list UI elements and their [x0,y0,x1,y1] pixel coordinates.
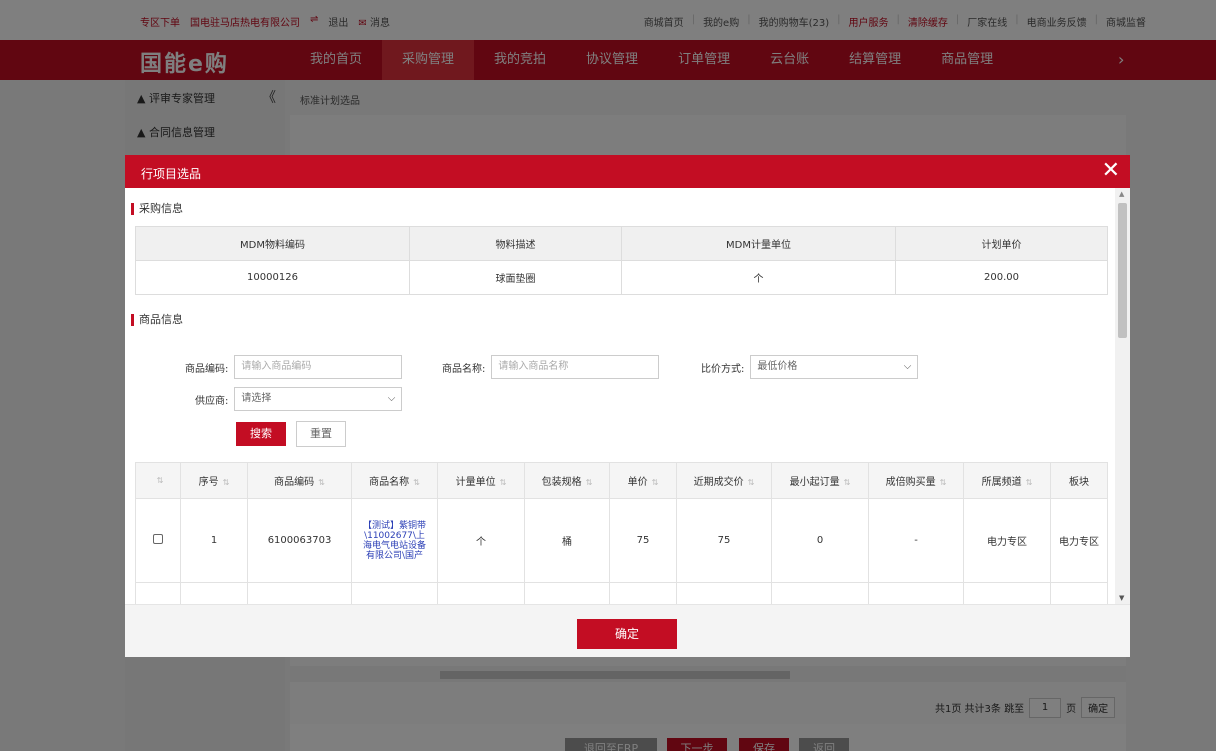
table-row: 10000126 球面垫圈 个 200.00 [135,260,1108,295]
scroll-thumb[interactable] [1118,203,1127,338]
modal-title: 行项目选品 [141,167,202,181]
chevron-down-icon: ⌵ [387,393,396,404]
column-header-min-order[interactable]: 最小起订量 ⇅ [771,462,869,499]
code-field-row: 商品编码: 请输入商品编码 [185,355,403,379]
purchase-info-table: MDM物料编码 物料描述 MDM计量单位 计划单价 10000126 球面垫圈 … [135,226,1108,295]
recent-price-cell: 75 [676,498,772,583]
mdm-code-cell: 10000126 [135,260,410,295]
column-header: 计划单价 [895,226,1108,261]
column-header-code[interactable]: 商品编码 ⇅ [247,462,352,499]
column-header: 物料描述 [409,226,622,261]
modal-header: 行项目选品 ✕ [125,155,1130,188]
select-all-header[interactable]: ⇅ [135,462,181,499]
row-checkbox[interactable] [153,534,163,544]
goods-table: ⇅ 序号 ⇅ 商品编码 ⇅ 商品名称 ⇅ 计量单位 ⇅ 包装规格 ⇅ 单价 ⇅ 近期成交价 ⇅… [135,462,1108,604]
table-row: 1 6100063703 【测试】紫铜带\11002677\上海电气电站设备有限… [135,498,1108,583]
column-header-name[interactable]: 商品名称 ⇅ [351,462,438,499]
modal-body: 采购信息 MDM物料编码 物料描述 MDM计量单位 计划单价 10000126 … [125,188,1115,604]
goods-code-input[interactable]: 请输入商品编码 [234,355,403,379]
modal-footer: 确定 [125,604,1130,657]
column-header: MDM物料编码 [135,226,410,261]
chevron-down-icon: ⌵ [903,361,912,372]
column-header-sector[interactable]: 板块 [1050,462,1108,499]
table-row [135,582,1108,604]
supplier-select[interactable]: 请选择 ⌵ [234,387,403,411]
column-header-pack[interactable]: 包装规格 ⇅ [524,462,610,499]
select-goods-modal: 行项目选品 ✕ 采购信息 MDM物料编码 物料描述 MDM计量单位 计划单价 1… [125,155,1130,657]
column-header-unit[interactable]: 计量单位 ⇅ [437,462,525,499]
column-header-index[interactable]: 序号 ⇅ [180,462,248,499]
compare-method-select[interactable]: 最低价格 ⌵ [750,355,919,379]
index-cell: 1 [180,498,248,583]
search-button[interactable]: 搜索 [236,422,286,446]
name-label: 商品名称: [442,363,486,375]
goods-name-input[interactable]: 请输入商品名称 [491,355,660,379]
multiple-cell: - [868,498,964,583]
price-cell: 75 [609,498,677,583]
column-header-channel[interactable]: 所属频道 ⇅ [963,462,1051,499]
column-header: MDM计量单位 [621,226,896,261]
vertical-scrollbar[interactable]: ▲ ▼ [1115,188,1130,604]
column-header-multiple[interactable]: 成倍购买量 ⇅ [868,462,964,499]
channel-cell: 电力专区 [963,498,1051,583]
plan-price-cell: 200.00 [895,260,1108,295]
goods-code-cell: 6100063703 [247,498,352,583]
confirm-button[interactable]: 确定 [577,619,677,649]
sector-cell: 电力专区 [1050,498,1108,583]
min-order-cell: 0 [771,498,869,583]
purchase-info-title: 采购信息 [131,203,183,215]
material-desc-cell: 球面垫圈 [409,260,622,295]
close-icon[interactable]: ✕ [1102,159,1120,183]
column-header-recent-price[interactable]: 近期成交价 ⇅ [676,462,772,499]
scroll-up-icon[interactable]: ▲ [1119,190,1124,198]
pack-cell: 桶 [524,498,610,583]
column-header-price[interactable]: 单价 ⇅ [609,462,677,499]
unit-cell: 个 [437,498,525,583]
name-field-row: 商品名称: 请输入商品名称 [442,355,660,379]
scroll-down-icon[interactable]: ▼ [1119,594,1124,602]
reset-button[interactable]: 重置 [296,421,346,447]
compare-label: 比价方式: [701,363,745,375]
supplier-field-row: 供应商: 请选择 ⌵ [195,387,403,411]
compare-field-row: 比价方式: 最低价格 ⌵ [701,355,919,379]
goods-name-link[interactable]: 【测试】紫铜带\11002677\上海电气电站设备有限公司\国产 [362,521,428,561]
code-label: 商品编码: [185,363,229,375]
mdm-unit-cell: 个 [621,260,896,295]
goods-info-title: 商品信息 [131,314,183,326]
supplier-label: 供应商: [195,395,229,407]
